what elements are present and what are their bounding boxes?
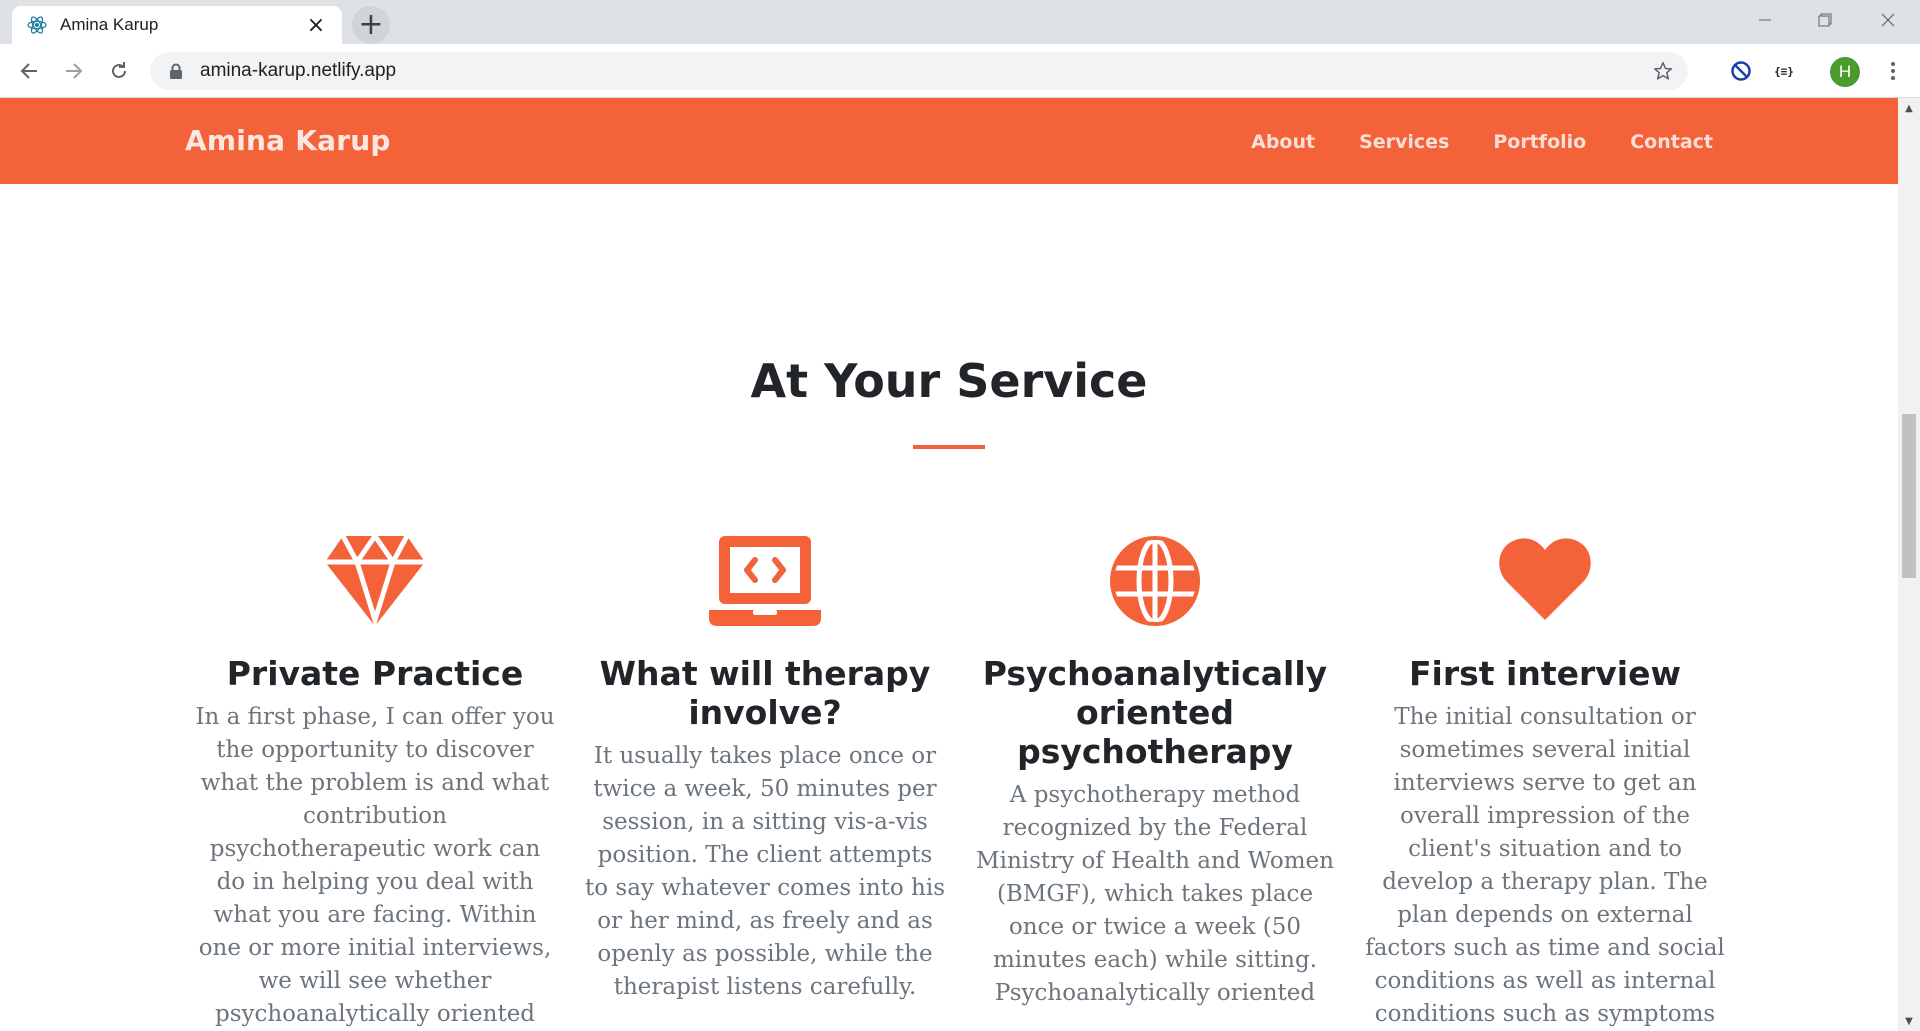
nav-link-portfolio[interactable]: Portfolio	[1493, 131, 1586, 153]
site-nav-links: About Services Portfolio Contact	[1251, 131, 1713, 153]
service-title: First interview	[1409, 654, 1681, 693]
react-atom-icon	[26, 14, 48, 36]
service-card-private-practice: Private Practice In a first phase, I can…	[180, 536, 570, 1031]
service-card-psychoanalytic: Psychoanalytically oriented psychotherap…	[960, 536, 1350, 1031]
blocker-extension-icon[interactable]	[1722, 52, 1760, 90]
lock-icon	[166, 61, 186, 81]
laptop-code-icon	[585, 536, 945, 632]
close-tab-icon[interactable]: ×	[304, 13, 328, 38]
title-divider	[913, 445, 985, 449]
browser-menu-icon[interactable]	[1874, 52, 1912, 90]
scroll-down-arrow-icon[interactable]: ▼	[1898, 1011, 1920, 1031]
json-extension-icon[interactable]: {≡}	[1765, 52, 1803, 90]
service-card-first-interview: First interview The initial consultation…	[1350, 536, 1740, 1031]
service-description: It usually takes place once or twice a w…	[585, 743, 946, 1000]
service-description: A psychotherapy method recognized by the…	[976, 782, 1334, 1006]
browser-tab-strip: Amina Karup × +	[0, 0, 1920, 44]
service-card-therapy-involve: What will therapy involve? It usually ta…	[570, 536, 960, 1031]
browser-toolbar: amina-karup.netlify.app {≡} H	[0, 44, 1920, 98]
site-navbar: Amina Karup About Services Portfolio Con…	[0, 98, 1898, 184]
minimize-window-button[interactable]	[1735, 0, 1795, 40]
reload-button[interactable]	[100, 52, 138, 90]
restore-window-button[interactable]	[1795, 0, 1855, 40]
address-bar[interactable]: amina-karup.netlify.app	[150, 52, 1688, 90]
profile-avatar[interactable]: H	[1830, 57, 1860, 87]
nav-link-services[interactable]: Services	[1359, 131, 1449, 153]
site-brand-link[interactable]: Amina Karup	[185, 124, 391, 157]
svg-text:{≡}: {≡}	[1774, 65, 1794, 78]
page-scrollbar[interactable]: ▲ ▼	[1898, 98, 1920, 1031]
close-window-button[interactable]	[1858, 0, 1918, 40]
services-row: Private Practice In a first phase, I can…	[180, 536, 1740, 1031]
heart-icon	[1365, 536, 1725, 632]
service-title: What will therapy involve?	[599, 654, 931, 732]
scrollbar-thumb[interactable]	[1902, 414, 1916, 578]
scroll-up-arrow-icon[interactable]: ▲	[1898, 98, 1920, 118]
gem-icon	[195, 536, 555, 632]
service-description: In a first phase, I can offer you the op…	[195, 704, 555, 1027]
back-button[interactable]	[10, 52, 48, 90]
reload-icon	[112, 62, 126, 78]
bookmark-star-icon[interactable]	[1644, 52, 1682, 90]
arrow-left-icon	[20, 63, 37, 79]
url-text: amina-karup.netlify.app	[200, 60, 397, 81]
new-tab-button[interactable]: +	[352, 6, 390, 44]
page-viewport: Amina Karup About Services Portfolio Con…	[0, 98, 1898, 1031]
service-title: Psychoanalytically oriented psychotherap…	[982, 654, 1328, 771]
tab-title: Amina Karup	[60, 15, 159, 34]
nav-link-contact[interactable]: Contact	[1630, 131, 1713, 153]
section-title: At Your Service	[750, 354, 1148, 408]
service-description: The initial consultation or sometimes se…	[1365, 704, 1725, 1027]
globe-icon	[975, 536, 1335, 632]
arrow-right-icon	[66, 63, 83, 79]
service-title: Private Practice	[226, 654, 524, 693]
forward-button[interactable]	[55, 52, 93, 90]
nav-link-about[interactable]: About	[1251, 131, 1315, 153]
browser-tab[interactable]: Amina Karup ×	[12, 6, 342, 44]
